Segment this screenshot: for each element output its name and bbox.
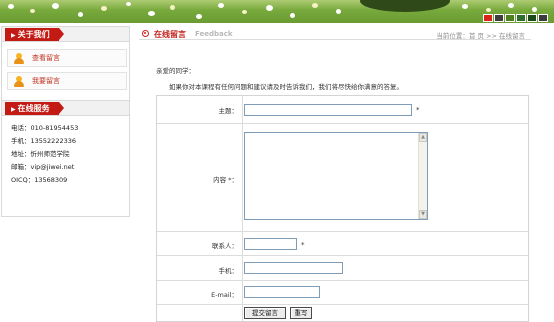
sidebar-item-leave-message[interactable]: 我要留言 [7,72,127,90]
mobile-input[interactable] [244,262,343,274]
content-textarea[interactable]: ▲ ▼ [244,132,428,220]
contact-address: 地址：忻州师范学院 [11,150,70,158]
form-divider [157,255,528,256]
required-mark: * [301,241,305,249]
target-icon [142,30,149,37]
service-title-text: 在线服务 [17,104,50,113]
service-panel-header: ▶ 在线服务 [2,101,129,116]
theme-swatch-darkgreen[interactable] [516,14,526,22]
sidebar: ▶ 关于我们 查看留言 我要留言 ▶ 在线服务 电话：010-81954453 手机… [0,23,131,322]
subject-input[interactable] [244,104,412,116]
theme-swatch-red[interactable] [483,14,493,22]
scroll-up-icon[interactable]: ▲ [419,133,427,142]
scroll-down-icon[interactable]: ▼ [419,210,427,219]
contact-mobile: 手机：13552222336 [11,137,76,145]
content-label: 内容 *： [213,176,238,184]
section-header: 在线留言 Feedback 当前位置：首 页 >> 在线留言 [139,27,531,40]
about-panel-header: ▶ 关于我们 [2,27,129,42]
page-title: 在线留言 [154,30,186,39]
form-divider [157,123,528,124]
theme-color-switcher [483,14,548,22]
form-divider [157,231,528,232]
arrow-icon: ▶ [11,32,16,39]
mobile-label: 手机： [218,267,239,275]
intro-text: 如果你对本课程有任何问题和建议请及时告诉我们，我们将尽快给你满意的答复。 [169,83,403,91]
service-panel-title: ▶ 在线服务 [5,102,64,115]
theme-swatch-green[interactable] [505,14,515,22]
textarea-scrollbar[interactable]: ▲ ▼ [418,133,427,219]
email-label: E-mail： [211,291,238,299]
form-divider [242,96,243,321]
sidebar-item-label: 查看留言 [32,54,60,62]
contact-email: 邮箱：vip@jiwei.net [11,163,75,171]
sidebar-item-view-messages[interactable]: 查看留言 [7,49,127,67]
feedback-form: 主题： * 内容 *： ▲ ▼ 联系人： * 手机： E-mail： 提交留言 … [156,95,529,322]
arrow-icon: ▶ [11,106,16,113]
email-input[interactable] [244,286,320,298]
reset-button[interactable]: 重写 [290,307,312,319]
contact-input[interactable] [244,238,297,250]
form-divider [157,280,528,281]
submit-button[interactable]: 提交留言 [244,307,286,319]
contact-info-list: 电话：010-81954453 手机：13552222336 地址：忻州师范学院… [2,116,129,187]
theme-swatch-forest[interactable] [527,14,537,22]
form-divider [157,304,528,305]
theme-swatch-gray[interactable] [494,14,504,22]
greeting-text: 亲爱的同学： [156,67,195,75]
sidebar-item-label: 我要留言 [32,77,60,85]
page-subtitle: Feedback [195,30,233,38]
contact-phone: 电话：010-81954453 [11,124,79,132]
contact-oicq: OICQ：13568309 [11,176,68,184]
theme-swatch-black[interactable] [538,14,548,22]
contact-label: 联系人： [212,242,238,250]
required-mark: * [416,106,420,114]
header-banner [0,0,554,23]
about-title-text: 关于我们 [17,30,50,39]
main-content: 在线留言 Feedback 当前位置：首 页 >> 在线留言 亲爱的同学： 如果… [139,23,531,322]
subject-label: 主题： [218,107,239,115]
about-panel-title: ▶ 关于我们 [5,28,64,41]
user-icon [14,52,24,64]
service-panel: ▶ 在线服务 电话：010-81954453 手机：13552222336 地址：… [1,100,130,217]
breadcrumb: 当前位置：首 页 >> 在线留言 [436,32,525,40]
user-icon [14,75,24,87]
